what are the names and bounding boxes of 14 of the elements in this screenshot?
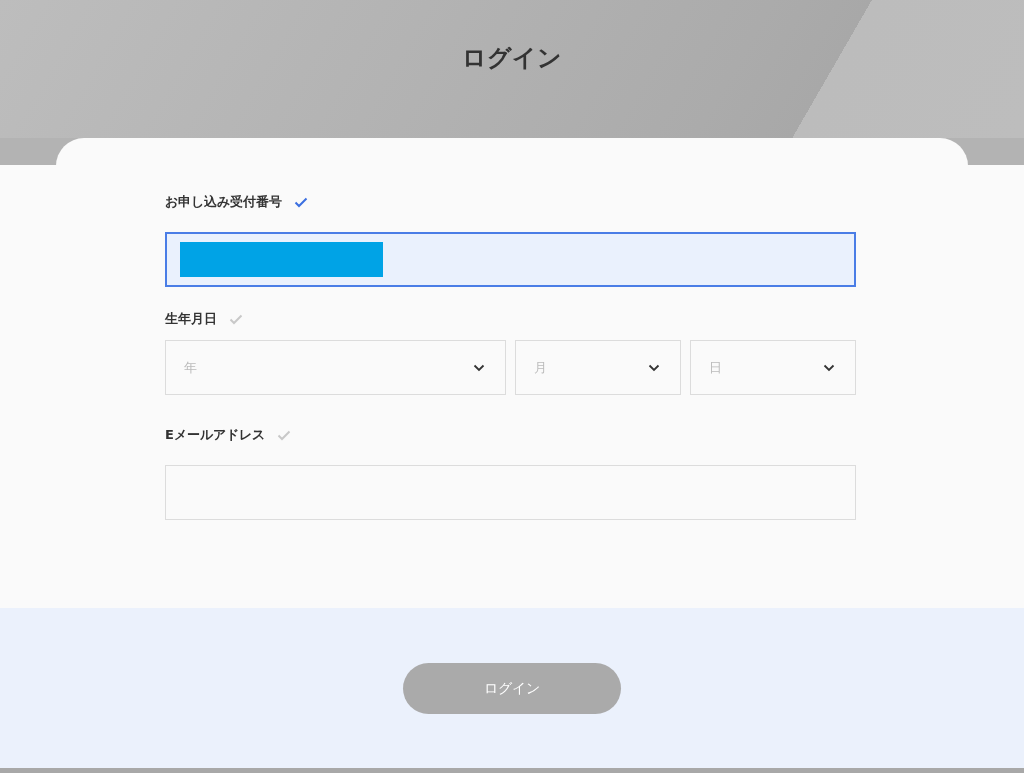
- chevron-down-icon: [648, 363, 660, 372]
- field-label: お申し込み受付番号: [165, 193, 282, 212]
- chevron-down-icon: [473, 363, 485, 372]
- field-label: Eメールアドレス: [165, 426, 265, 445]
- date-select[interactable]: 年: [165, 340, 506, 395]
- select-placeholder: 年: [184, 358, 197, 377]
- select-placeholder: 日: [709, 358, 722, 377]
- select-placeholder: 月: [534, 358, 547, 377]
- field-label: 生年月日: [165, 310, 217, 329]
- chevron-down-icon: [823, 363, 835, 372]
- page-title: ログイン: [462, 43, 562, 74]
- date-select[interactable]: 月: [515, 340, 681, 395]
- text-input-field[interactable]: [165, 232, 856, 287]
- date-select[interactable]: 日: [690, 340, 856, 395]
